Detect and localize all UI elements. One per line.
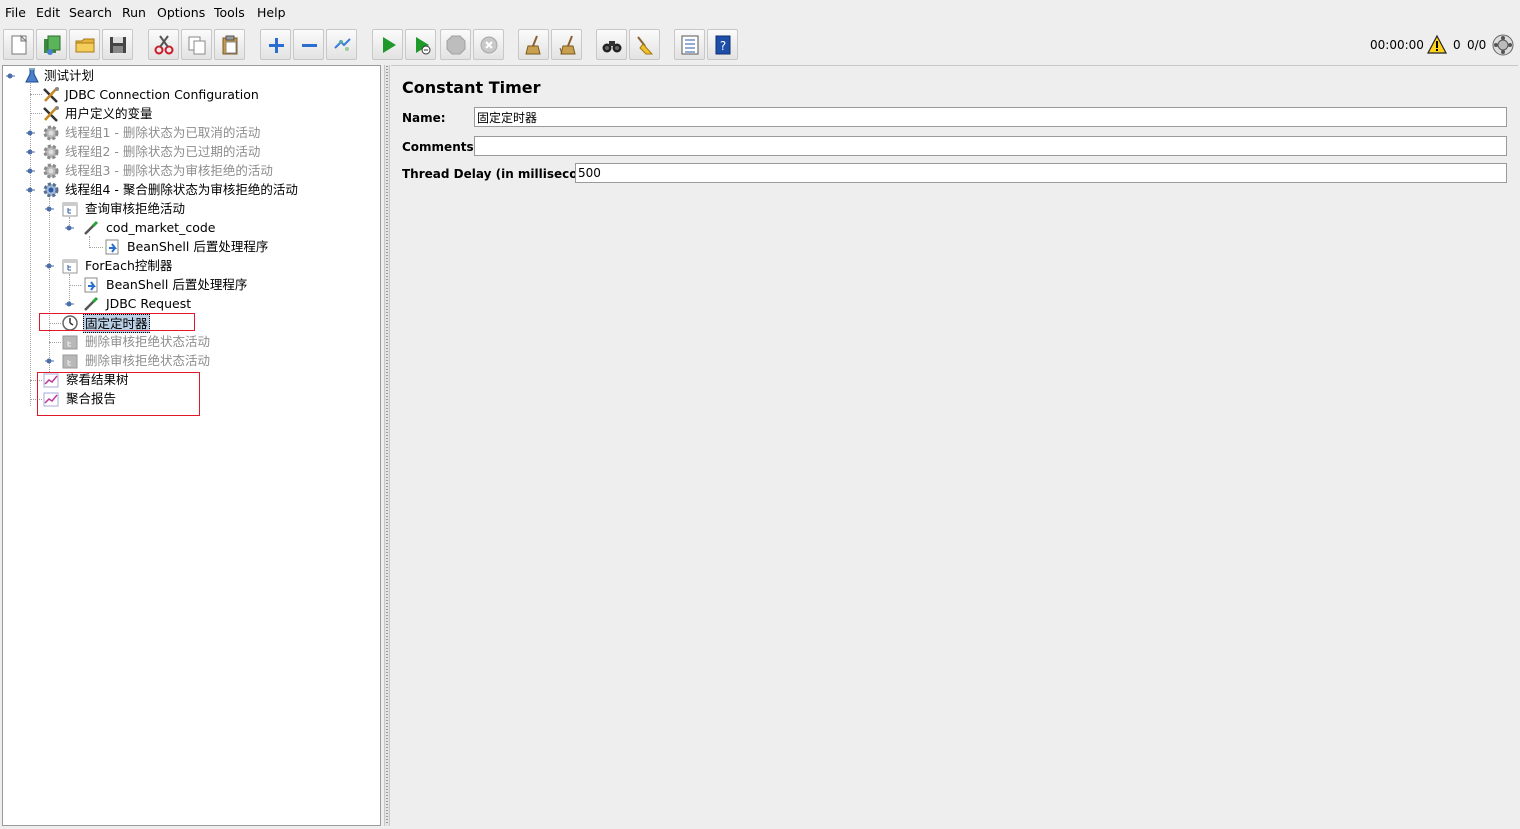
new-file-icon xyxy=(11,34,27,54)
menu-bar: File Edit Search Run Options Tools Help xyxy=(0,0,1520,24)
expand-handle[interactable] xyxy=(45,357,54,366)
menu-help[interactable]: Help xyxy=(257,5,286,20)
thread-group-gear-icon xyxy=(43,163,59,179)
clear-all-icon xyxy=(559,35,576,54)
thread-group-gear-icon xyxy=(43,144,59,160)
status-area: 00:00:00 0 0/0 xyxy=(1360,26,1520,64)
expand-handle[interactable] xyxy=(26,167,35,176)
function-helper-button[interactable] xyxy=(674,29,705,60)
post-processor-icon xyxy=(105,239,119,255)
clear-icon xyxy=(524,35,541,54)
toggle-button[interactable] xyxy=(326,29,357,60)
new-button[interactable] xyxy=(3,29,34,60)
thread-delay-input[interactable] xyxy=(575,163,1507,183)
clear-all-button[interactable] xyxy=(551,29,582,60)
expand-handle[interactable] xyxy=(65,300,74,309)
expand-handle[interactable] xyxy=(26,129,35,138)
shutdown-button[interactable] xyxy=(473,29,504,60)
expand-handle[interactable] xyxy=(65,224,74,233)
name-label: Name: xyxy=(402,111,446,125)
reset-search-button[interactable] xyxy=(629,29,660,60)
expand-handle[interactable] xyxy=(45,262,54,271)
post-processor-icon xyxy=(84,277,98,293)
templates-button[interactable] xyxy=(36,29,67,60)
menu-edit[interactable]: Edit xyxy=(36,5,60,20)
stop-button[interactable] xyxy=(440,29,471,60)
config-tools-icon xyxy=(43,106,59,122)
search-button[interactable] xyxy=(596,29,627,60)
toggle-icon xyxy=(333,37,351,51)
function-helper-icon xyxy=(681,35,698,54)
save-button[interactable] xyxy=(102,29,133,60)
controller-icon xyxy=(62,259,78,274)
controller-icon xyxy=(62,354,78,369)
svg-text:?: ? xyxy=(719,39,725,53)
start-no-pauses-button[interactable] xyxy=(405,29,436,60)
expand-all-button[interactable] xyxy=(260,29,291,60)
cut-icon xyxy=(154,34,173,54)
warning-count: 0 xyxy=(1453,38,1461,52)
open-button[interactable] xyxy=(69,29,100,60)
splitter-grip xyxy=(386,66,388,824)
thread-count: 0/0 xyxy=(1467,38,1487,52)
menu-search[interactable]: Search xyxy=(69,5,112,20)
highlight-box-listeners xyxy=(37,372,200,416)
comments-label: Comments: xyxy=(402,140,479,154)
expand-handle[interactable] xyxy=(45,205,54,214)
cut-button[interactable] xyxy=(148,29,179,60)
jdbc-sampler-pipette-icon xyxy=(84,296,99,311)
remote-status-icon xyxy=(1492,34,1514,56)
paste-icon xyxy=(222,35,237,54)
menu-run[interactable]: Run xyxy=(122,5,146,20)
constant-timer-panel: Constant Timer Name: Comments: Thread De… xyxy=(391,65,1518,827)
menu-options[interactable]: Options xyxy=(157,5,205,20)
help-icon: ? xyxy=(715,35,730,54)
save-icon xyxy=(109,36,126,53)
copy-button[interactable] xyxy=(181,29,212,60)
expand-handle[interactable] xyxy=(6,72,15,81)
shutdown-icon xyxy=(480,36,497,53)
help-button[interactable]: ? xyxy=(707,29,738,60)
start-button[interactable] xyxy=(372,29,403,60)
name-input[interactable] xyxy=(474,107,1507,127)
menu-file[interactable]: File xyxy=(5,5,26,20)
templates-icon xyxy=(43,35,60,55)
comments-input[interactable] xyxy=(474,136,1507,156)
start-icon xyxy=(382,36,396,53)
start-no-pauses-icon xyxy=(415,36,430,54)
controller-icon xyxy=(62,202,78,217)
elapsed-timer: 00:00:00 xyxy=(1370,38,1424,52)
config-tools-icon xyxy=(43,87,59,103)
controller-icon xyxy=(62,335,78,350)
open-folder-icon xyxy=(75,38,94,52)
thread-group-gear-icon xyxy=(43,125,59,141)
expand-handle[interactable] xyxy=(26,186,35,195)
collapse-all-button[interactable] xyxy=(293,29,324,60)
highlight-box-timer xyxy=(39,313,195,331)
test-plan-flask-icon xyxy=(25,68,39,83)
test-plan-tree[interactable]: 测试计划 JDBC Connection Configuration 用户定义的… xyxy=(2,65,381,826)
paste-button[interactable] xyxy=(214,29,245,60)
panel-title: Constant Timer xyxy=(402,78,541,97)
expand-icon xyxy=(268,37,284,53)
expand-handle[interactable] xyxy=(26,148,35,157)
search-binoculars-icon xyxy=(602,40,621,52)
jdbc-sampler-pipette-icon xyxy=(84,220,99,235)
collapse-icon xyxy=(301,43,317,47)
toolbar: ? 00:00:00 0 0/0 xyxy=(0,26,1520,64)
stop-icon xyxy=(446,35,465,54)
reset-search-icon xyxy=(636,35,653,54)
copy-icon xyxy=(188,36,205,54)
clear-button[interactable] xyxy=(518,29,549,60)
thread-group-gear-icon xyxy=(43,182,59,198)
warning-icon[interactable] xyxy=(1427,34,1447,55)
menu-tools[interactable]: Tools xyxy=(214,5,245,20)
